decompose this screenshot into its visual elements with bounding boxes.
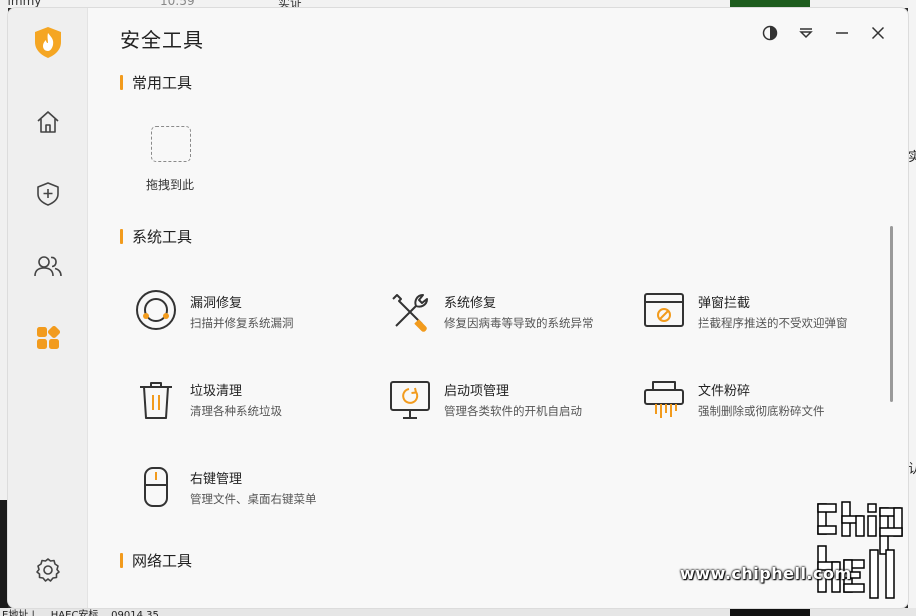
sidebar-item-home[interactable]: [28, 104, 68, 144]
sidebar-item-settings[interactable]: [28, 552, 68, 592]
popup-block-icon: [642, 290, 686, 334]
tool-context-menu[interactable]: 右键管理 管理文件、桌面右键菜单: [134, 466, 374, 516]
apps-icon: [35, 325, 61, 355]
tool-description: 拦截程序推送的不受欢迎弹窗: [698, 316, 848, 330]
sidebar-item-tools[interactable]: [28, 320, 68, 360]
dropdown-menu-icon: [798, 25, 814, 45]
theme-toggle-icon: [762, 25, 778, 45]
background-right: [908, 0, 916, 616]
section-title-common: 常用工具: [120, 72, 192, 93]
home-icon: [35, 109, 61, 139]
security-tools-window: 安全工具 常用工具 拖拽到此 系统工具 漏洞修复 扫描并修复系统漏洞 系统修复 …: [8, 8, 908, 608]
tool-description: 清理各种系统垃圾: [190, 404, 282, 418]
section-title-system: 系统工具: [120, 226, 192, 247]
tool-description: 管理文件、桌面右键菜单: [190, 492, 317, 506]
tool-name: 垃圾清理: [190, 384, 243, 399]
tool-description: 强制删除或彻底粉碎文件: [698, 404, 825, 418]
app-logo-icon: [30, 24, 66, 60]
wrench-screwdriver-icon: [388, 290, 432, 334]
tool-system-repair[interactable]: 系统修复 修复因病毒等导致的系统异常: [388, 290, 628, 340]
tool-name: 弹窗拦截: [698, 296, 751, 311]
menu-dropdown-button[interactable]: [795, 24, 817, 46]
tool-description: 管理各类软件的开机自启动: [444, 404, 582, 418]
vulnerability-fix-icon: [134, 290, 178, 334]
background-right-char: 实: [908, 150, 916, 165]
tool-name: 启动项管理: [444, 384, 510, 399]
sidebar-item-protection[interactable]: [28, 176, 68, 216]
background-thumbnail: [730, 0, 810, 8]
page-title: 安全工具: [120, 28, 204, 52]
tool-description: 扫描并修复系统漏洞: [190, 316, 294, 330]
tool-startup-manager[interactable]: 启动项管理 管理各类软件的开机自启动: [388, 378, 628, 428]
close-icon: [870, 25, 886, 45]
theme-toggle-button[interactable]: [759, 24, 781, 46]
tool-name: 右键管理: [190, 472, 243, 487]
tool-name: 文件粉碎: [698, 384, 751, 399]
tool-description: 修复因病毒等导致的系统异常: [444, 316, 594, 330]
watermark-url: www.chiphell.com: [680, 564, 852, 583]
shield-plus-icon: [35, 181, 61, 211]
close-button[interactable]: [867, 24, 889, 46]
background-time: 10:59: [160, 0, 195, 8]
minimize-button[interactable]: [831, 24, 853, 46]
drop-target-slot[interactable]: [151, 126, 191, 162]
vertical-scrollbar[interactable]: [890, 226, 893, 402]
trash-icon: [134, 378, 178, 422]
background-bottom-thumb: [730, 608, 810, 616]
tool-name: 漏洞修复: [190, 296, 243, 311]
watermark-logo: [812, 498, 906, 606]
startup-monitor-icon: [388, 378, 432, 422]
sidebar-item-users[interactable]: [28, 248, 68, 288]
users-icon: [34, 253, 62, 283]
gear-icon: [35, 557, 61, 587]
tool-vulnerability-fix[interactable]: 漏洞修复 扫描并修复系统漏洞: [134, 290, 374, 340]
shredder-icon: [642, 378, 686, 422]
mouse-icon: [134, 466, 178, 510]
sidebar: [8, 8, 88, 608]
tool-popup-block[interactable]: 弹窗拦截 拦截程序推送的不受欢迎弹窗: [642, 290, 882, 340]
drop-target-label: 拖拽到此: [146, 178, 195, 192]
tool-junk-clean[interactable]: 垃圾清理 清理各种系统垃圾: [134, 378, 374, 428]
section-title-network: 网络工具: [120, 550, 192, 571]
tool-file-shredder[interactable]: 文件粉碎 强制删除或彻底粉碎文件: [642, 378, 882, 428]
background-right-char: 认: [908, 462, 916, 477]
background-user-name: Jimmy: [4, 0, 42, 8]
background-left-dark: [0, 500, 8, 616]
minimize-icon: [834, 25, 850, 45]
tool-name: 系统修复: [444, 296, 497, 311]
